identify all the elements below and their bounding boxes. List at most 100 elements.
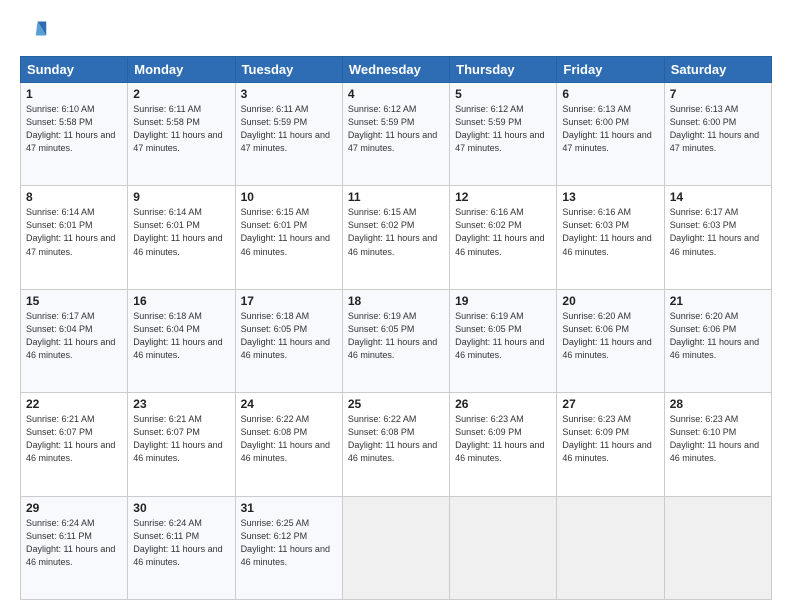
calendar-week-row: 1 Sunrise: 6:10 AMSunset: 5:58 PMDayligh… [21,83,772,186]
day-number: 1 [26,87,122,101]
day-number: 18 [348,294,444,308]
day-number: 14 [670,190,766,204]
day-number: 6 [562,87,658,101]
day-number: 22 [26,397,122,411]
calendar-cell [664,496,771,599]
calendar-cell: 7 Sunrise: 6:13 AMSunset: 6:00 PMDayligh… [664,83,771,186]
day-number: 9 [133,190,229,204]
day-number: 24 [241,397,337,411]
calendar-cell: 3 Sunrise: 6:11 AMSunset: 5:59 PMDayligh… [235,83,342,186]
day-number: 7 [670,87,766,101]
calendar-cell [557,496,664,599]
day-number: 4 [348,87,444,101]
day-info: Sunrise: 6:20 AMSunset: 6:06 PMDaylight:… [562,311,651,360]
day-number: 11 [348,190,444,204]
day-number: 12 [455,190,551,204]
day-info: Sunrise: 6:23 AMSunset: 6:10 PMDaylight:… [670,414,759,463]
logo [20,18,52,46]
calendar-cell: 2 Sunrise: 6:11 AMSunset: 5:58 PMDayligh… [128,83,235,186]
calendar-cell: 1 Sunrise: 6:10 AMSunset: 5:58 PMDayligh… [21,83,128,186]
calendar-cell: 15 Sunrise: 6:17 AMSunset: 6:04 PMDaylig… [21,289,128,392]
calendar-cell: 22 Sunrise: 6:21 AMSunset: 6:07 PMDaylig… [21,393,128,496]
day-info: Sunrise: 6:17 AMSunset: 6:04 PMDaylight:… [26,311,115,360]
day-info: Sunrise: 6:21 AMSunset: 6:07 PMDaylight:… [133,414,222,463]
calendar-cell: 14 Sunrise: 6:17 AMSunset: 6:03 PMDaylig… [664,186,771,289]
day-number: 27 [562,397,658,411]
calendar-week-row: 22 Sunrise: 6:21 AMSunset: 6:07 PMDaylig… [21,393,772,496]
calendar-cell: 27 Sunrise: 6:23 AMSunset: 6:09 PMDaylig… [557,393,664,496]
calendar-cell: 26 Sunrise: 6:23 AMSunset: 6:09 PMDaylig… [450,393,557,496]
day-info: Sunrise: 6:19 AMSunset: 6:05 PMDaylight:… [455,311,544,360]
day-info: Sunrise: 6:13 AMSunset: 6:00 PMDaylight:… [670,104,759,153]
day-info: Sunrise: 6:21 AMSunset: 6:07 PMDaylight:… [26,414,115,463]
day-number: 19 [455,294,551,308]
weekday-header: Saturday [664,57,771,83]
calendar-cell: 19 Sunrise: 6:19 AMSunset: 6:05 PMDaylig… [450,289,557,392]
day-number: 29 [26,501,122,515]
day-info: Sunrise: 6:24 AMSunset: 6:11 PMDaylight:… [133,518,222,567]
calendar-header: SundayMondayTuesdayWednesdayThursdayFrid… [21,57,772,83]
weekday-header: Friday [557,57,664,83]
calendar-cell: 6 Sunrise: 6:13 AMSunset: 6:00 PMDayligh… [557,83,664,186]
weekday-header: Monday [128,57,235,83]
calendar-cell: 8 Sunrise: 6:14 AMSunset: 6:01 PMDayligh… [21,186,128,289]
day-info: Sunrise: 6:16 AMSunset: 6:02 PMDaylight:… [455,207,544,256]
calendar-cell: 10 Sunrise: 6:15 AMSunset: 6:01 PMDaylig… [235,186,342,289]
day-number: 20 [562,294,658,308]
calendar-cell: 30 Sunrise: 6:24 AMSunset: 6:11 PMDaylig… [128,496,235,599]
day-info: Sunrise: 6:17 AMSunset: 6:03 PMDaylight:… [670,207,759,256]
calendar-cell: 25 Sunrise: 6:22 AMSunset: 6:08 PMDaylig… [342,393,449,496]
logo-icon [20,18,48,46]
day-info: Sunrise: 6:15 AMSunset: 6:01 PMDaylight:… [241,207,330,256]
day-info: Sunrise: 6:16 AMSunset: 6:03 PMDaylight:… [562,207,651,256]
day-info: Sunrise: 6:15 AMSunset: 6:02 PMDaylight:… [348,207,437,256]
weekday-header: Thursday [450,57,557,83]
day-number: 31 [241,501,337,515]
calendar-cell: 9 Sunrise: 6:14 AMSunset: 6:01 PMDayligh… [128,186,235,289]
day-number: 28 [670,397,766,411]
day-info: Sunrise: 6:14 AMSunset: 6:01 PMDaylight:… [26,207,115,256]
day-info: Sunrise: 6:25 AMSunset: 6:12 PMDaylight:… [241,518,330,567]
calendar-cell [450,496,557,599]
day-number: 3 [241,87,337,101]
calendar-week-row: 29 Sunrise: 6:24 AMSunset: 6:11 PMDaylig… [21,496,772,599]
day-number: 10 [241,190,337,204]
calendar-cell: 24 Sunrise: 6:22 AMSunset: 6:08 PMDaylig… [235,393,342,496]
day-number: 8 [26,190,122,204]
day-number: 16 [133,294,229,308]
calendar-cell: 13 Sunrise: 6:16 AMSunset: 6:03 PMDaylig… [557,186,664,289]
calendar-table: SundayMondayTuesdayWednesdayThursdayFrid… [20,56,772,600]
calendar-cell: 17 Sunrise: 6:18 AMSunset: 6:05 PMDaylig… [235,289,342,392]
day-info: Sunrise: 6:23 AMSunset: 6:09 PMDaylight:… [455,414,544,463]
calendar-cell: 18 Sunrise: 6:19 AMSunset: 6:05 PMDaylig… [342,289,449,392]
header [20,18,772,46]
day-number: 21 [670,294,766,308]
weekday-header: Wednesday [342,57,449,83]
day-number: 15 [26,294,122,308]
calendar-cell: 16 Sunrise: 6:18 AMSunset: 6:04 PMDaylig… [128,289,235,392]
calendar-cell: 29 Sunrise: 6:24 AMSunset: 6:11 PMDaylig… [21,496,128,599]
day-info: Sunrise: 6:23 AMSunset: 6:09 PMDaylight:… [562,414,651,463]
day-number: 13 [562,190,658,204]
calendar-cell [342,496,449,599]
day-info: Sunrise: 6:19 AMSunset: 6:05 PMDaylight:… [348,311,437,360]
weekday-row: SundayMondayTuesdayWednesdayThursdayFrid… [21,57,772,83]
day-info: Sunrise: 6:18 AMSunset: 6:05 PMDaylight:… [241,311,330,360]
page: SundayMondayTuesdayWednesdayThursdayFrid… [0,0,792,612]
day-info: Sunrise: 6:14 AMSunset: 6:01 PMDaylight:… [133,207,222,256]
calendar-cell: 28 Sunrise: 6:23 AMSunset: 6:10 PMDaylig… [664,393,771,496]
day-number: 26 [455,397,551,411]
weekday-header: Sunday [21,57,128,83]
day-number: 30 [133,501,229,515]
day-number: 2 [133,87,229,101]
day-info: Sunrise: 6:22 AMSunset: 6:08 PMDaylight:… [241,414,330,463]
day-info: Sunrise: 6:11 AMSunset: 5:58 PMDaylight:… [133,104,222,153]
calendar-cell: 23 Sunrise: 6:21 AMSunset: 6:07 PMDaylig… [128,393,235,496]
day-info: Sunrise: 6:12 AMSunset: 5:59 PMDaylight:… [348,104,437,153]
day-info: Sunrise: 6:18 AMSunset: 6:04 PMDaylight:… [133,311,222,360]
calendar-week-row: 8 Sunrise: 6:14 AMSunset: 6:01 PMDayligh… [21,186,772,289]
day-info: Sunrise: 6:22 AMSunset: 6:08 PMDaylight:… [348,414,437,463]
day-info: Sunrise: 6:13 AMSunset: 6:00 PMDaylight:… [562,104,651,153]
day-number: 25 [348,397,444,411]
calendar-cell: 5 Sunrise: 6:12 AMSunset: 5:59 PMDayligh… [450,83,557,186]
